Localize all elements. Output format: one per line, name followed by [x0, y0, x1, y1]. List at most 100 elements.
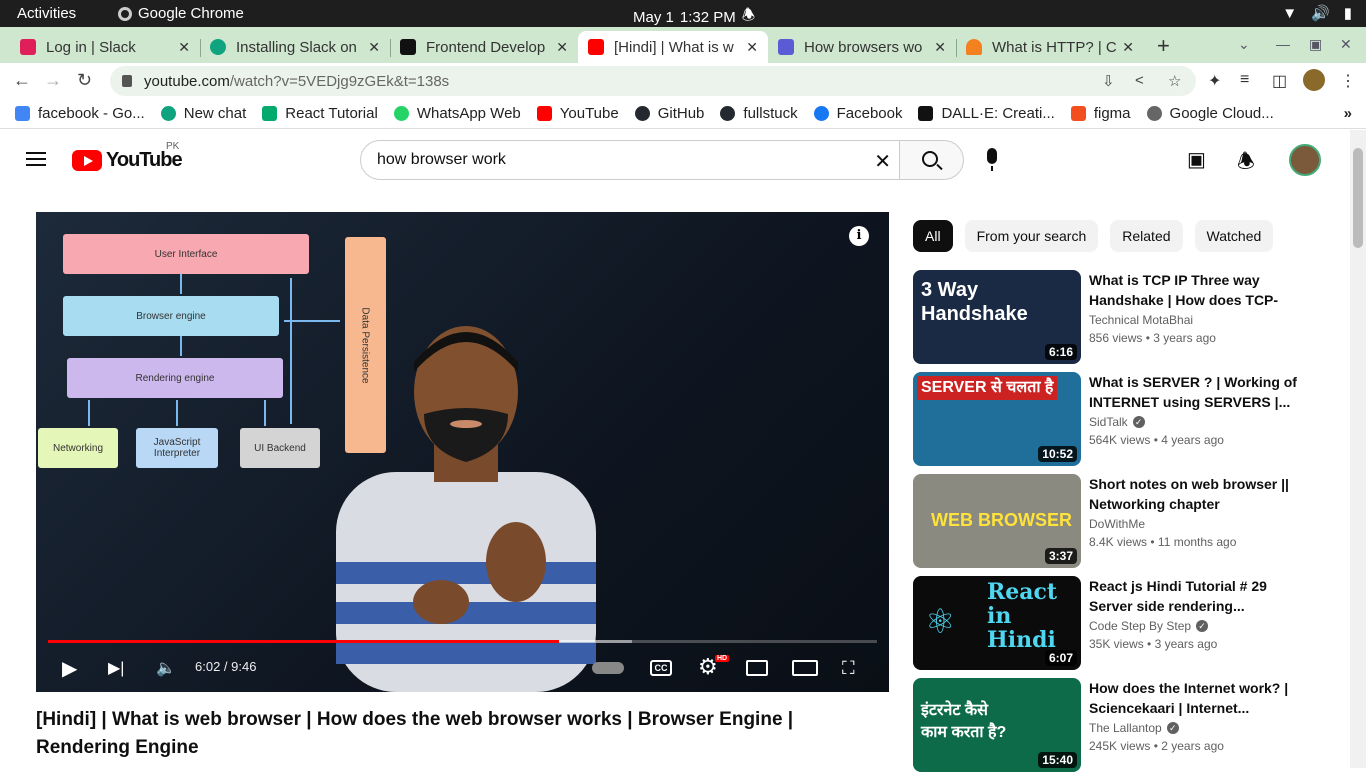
recommendation-title[interactable]: What is SERVER ? | Working of INTERNET u…: [1089, 372, 1299, 412]
close-icon[interactable]: ✕: [368, 39, 380, 56]
url-text[interactable]: youtube.com/watch?v=5VEDjg9zGEk&t=138s: [144, 73, 449, 90]
tab-frontend-developer[interactable]: Frontend Develop ✕: [390, 31, 578, 63]
close-icon[interactable]: ✕: [556, 39, 568, 56]
chip-from-your-search[interactable]: From your search: [964, 220, 1099, 252]
close-icon[interactable]: ✕: [746, 39, 758, 56]
play-button[interactable]: ▶: [62, 656, 77, 681]
tab-how-browsers-work[interactable]: How browsers wo ✕: [768, 31, 956, 63]
recommendation-item[interactable]: SERVER से चलता है 10:52 What is SERVER ?…: [913, 372, 1333, 466]
app-menu[interactable]: Google Chrome: [118, 5, 244, 22]
thumbnail-text: SERVER से चलता है: [917, 376, 1058, 400]
recommendation-item[interactable]: React in Hindi ⚛ 6:07 React js Hindi Tut…: [913, 576, 1333, 670]
new-tab-button[interactable]: +: [1157, 33, 1170, 59]
chip-watched[interactable]: Watched: [1194, 220, 1274, 252]
lock-icon[interactable]: [122, 75, 132, 87]
voice-search-icon[interactable]: [987, 148, 997, 171]
install-app-icon[interactable]: ⇩: [1102, 72, 1115, 90]
bookmark-figma[interactable]: figma: [1070, 105, 1131, 122]
bookmark-fullstuck[interactable]: fullstuck: [720, 105, 798, 122]
page-scrollbar[interactable]: [1350, 130, 1366, 768]
system-tray[interactable]: ▼ 🔊 ▮: [1282, 4, 1352, 23]
bookmark-facebook-google[interactable]: facebook - Go...: [15, 105, 145, 122]
tab-slack[interactable]: Log in | Slack ✕: [10, 31, 200, 63]
tab-title: [Hindi] | What is w: [614, 38, 734, 56]
bookmark-star-icon[interactable]: ☆: [1168, 72, 1181, 90]
video-meta: 564K views • 4 years ago: [1089, 433, 1224, 447]
clear-search-icon[interactable]: ✕: [874, 149, 891, 174]
more-bookmarks-icon[interactable]: »: [1344, 105, 1352, 122]
tab-youtube-active[interactable]: [Hindi] | What is w ✕: [578, 31, 768, 63]
notifications-bell-icon[interactable]: 🕭: [1237, 147, 1255, 181]
profile-avatar[interactable]: [1303, 69, 1325, 91]
info-icon[interactable]: i: [849, 226, 869, 246]
account-avatar[interactable]: [1289, 144, 1321, 176]
bookmark-github[interactable]: GitHub: [634, 105, 704, 122]
tab-what-is-http[interactable]: What is HTTP? | Cl ✕: [956, 31, 1144, 63]
autoplay-toggle[interactable]: [592, 662, 624, 674]
close-icon[interactable]: ✕: [1122, 39, 1134, 56]
presenter-figure: [336, 326, 596, 692]
recommendation-item[interactable]: 3 Way Handshake 6:16 What is TCP IP Thre…: [913, 270, 1333, 364]
activities-button[interactable]: Activities: [17, 5, 76, 22]
search-button[interactable]: [900, 140, 964, 180]
recommendation-item[interactable]: इंटरनेट कैसे काम करता है? 15:40 How does…: [913, 678, 1333, 772]
forward-button[interactable]: →: [44, 70, 62, 91]
mute-button[interactable]: 🔈: [156, 658, 176, 678]
bookmark-youtube[interactable]: YouTube: [536, 105, 619, 122]
subtitles-button[interactable]: CC: [650, 660, 672, 676]
fullscreen-button[interactable]: ⛶: [842, 658, 855, 679]
recommendation-item[interactable]: WEB BROWSER 3:37 Short notes on web brow…: [913, 474, 1333, 568]
menu-hamburger-icon[interactable]: [26, 152, 46, 166]
bookmark-whatsapp[interactable]: WhatsApp Web: [393, 105, 521, 122]
video-player[interactable]: User Interface Browser engine Rendering …: [36, 212, 889, 692]
next-video-button[interactable]: ▶|: [108, 658, 124, 678]
share-icon[interactable]: <: [1135, 72, 1144, 89]
video-thumbnail[interactable]: 3 Way Handshake 6:16: [913, 270, 1081, 364]
close-icon[interactable]: ✕: [934, 39, 946, 56]
back-button[interactable]: ←: [13, 70, 31, 91]
extensions-icon[interactable]: ✦: [1208, 71, 1221, 91]
address-bar[interactable]: youtube.com/watch?v=5VEDjg9zGEk&t=138s ⇩…: [110, 66, 1196, 96]
duration-badge: 10:52: [1038, 446, 1077, 462]
theater-mode-button[interactable]: [792, 660, 818, 676]
channel-name[interactable]: DoWithMe: [1089, 517, 1299, 531]
bookmark-react-tutorial[interactable]: React Tutorial: [262, 105, 378, 122]
video-thumbnail[interactable]: SERVER से चलता है 10:52: [913, 372, 1081, 466]
close-icon[interactable]: ✕: [178, 39, 190, 56]
channel-name[interactable]: Code Step By Step ✓: [1089, 619, 1299, 633]
verified-icon: ✓: [1132, 416, 1145, 428]
recommendation-title[interactable]: What is TCP IP Three way Handshake | How…: [1089, 270, 1299, 310]
bookmark-new-chat[interactable]: New chat: [160, 105, 246, 122]
bookmark-facebook[interactable]: Facebook: [813, 105, 902, 122]
duration-badge: 15:40: [1038, 752, 1077, 768]
video-thumbnail[interactable]: React in Hindi ⚛ 6:07: [913, 576, 1081, 670]
side-panel-icon[interactable]: ◫: [1272, 71, 1287, 91]
reload-button[interactable]: ↻: [77, 70, 92, 91]
channel-name[interactable]: SidTalk ✓: [1089, 415, 1299, 429]
recommendation-title[interactable]: Short notes on web browser || Networking…: [1089, 474, 1299, 514]
bookmark-google-cloud[interactable]: Google Cloud...: [1146, 105, 1274, 122]
video-thumbnail[interactable]: WEB BROWSER 3:37: [913, 474, 1081, 568]
create-video-icon[interactable]: ▣: [1187, 147, 1206, 172]
tab-search-icon[interactable]: ⌄: [1238, 36, 1250, 53]
menu-icon[interactable]: ⋮: [1340, 71, 1356, 91]
channel-name[interactable]: The Lallantop ✓: [1089, 721, 1299, 735]
maximize-icon[interactable]: ▣: [1309, 36, 1322, 53]
scrollbar-thumb[interactable]: [1353, 148, 1363, 248]
chip-all[interactable]: All: [913, 220, 953, 252]
video-thumbnail[interactable]: इंटरनेट कैसे काम करता है? 15:40: [913, 678, 1081, 772]
search-input[interactable]: how browser work ✕: [360, 140, 900, 180]
video-progress-bar[interactable]: [48, 640, 877, 643]
youtube-logo[interactable]: YouTube PK: [72, 141, 183, 172]
recommendation-title[interactable]: React js Hindi Tutorial # 29 Server side…: [1089, 576, 1299, 616]
verified-icon: ✓: [1166, 722, 1179, 734]
channel-name[interactable]: Technical MotaBhai: [1089, 313, 1299, 327]
media-controls-icon[interactable]: ≡: [1240, 71, 1249, 89]
close-window-icon[interactable]: ✕: [1340, 36, 1352, 53]
minimize-icon[interactable]: —: [1276, 36, 1290, 52]
chip-related[interactable]: Related: [1110, 220, 1183, 252]
miniplayer-button[interactable]: [746, 660, 768, 676]
recommendation-title[interactable]: How does the Internet work? | Sciencekaa…: [1089, 678, 1299, 718]
tab-installing-slack[interactable]: Installing Slack on ✕: [200, 31, 390, 63]
bookmark-dalle[interactable]: DALL·E: Creati...: [918, 105, 1055, 122]
